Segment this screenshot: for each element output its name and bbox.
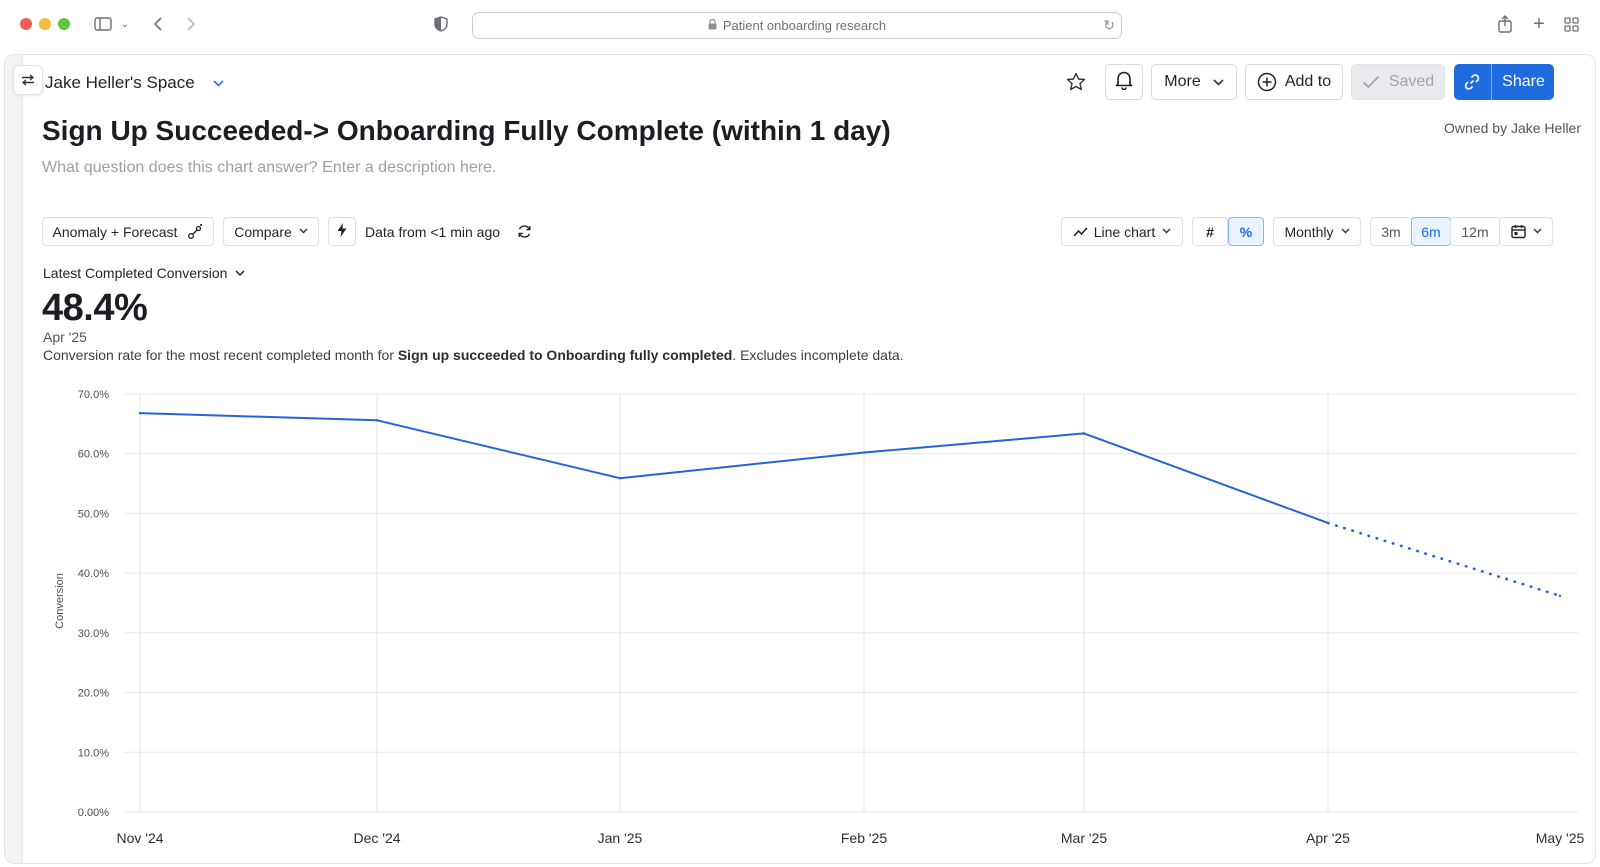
- x-tick-label: Feb '25: [841, 830, 887, 846]
- y-tick-label: 30.0%: [78, 628, 109, 640]
- y-tick-label: 20.0%: [78, 688, 109, 700]
- y-tick-label: 70.0%: [78, 389, 109, 401]
- series-segment: [376, 419, 621, 480]
- series-segment-incomplete: [1326, 521, 1562, 598]
- data-point: [1558, 594, 1562, 598]
- x-tick-label: Apr '25: [1306, 830, 1350, 846]
- x-tick-label: Nov '24: [116, 830, 163, 846]
- series-segment: [139, 412, 378, 422]
- y-tick-label: 10.0%: [78, 747, 109, 759]
- data-point: [1082, 432, 1086, 435]
- y-axis-label: Conversion: [54, 573, 66, 629]
- data-point: [1326, 521, 1330, 525]
- conversion-line-chart[interactable]: 0.00% 10.0% 20.0% 30.0% 40.0% 50.0% 60.0% 70.0%…: [0, 0, 1600, 867]
- data-point: [618, 476, 622, 480]
- series-segment: [619, 451, 865, 480]
- x-tick-label: Jan '25: [598, 830, 643, 846]
- x-tick-label: May '25: [1536, 830, 1585, 846]
- y-tick-label: 50.0%: [78, 508, 109, 520]
- y-tick-label: 40.0%: [78, 568, 109, 580]
- series-segment: [863, 432, 1085, 454]
- x-tick-label: Mar '25: [1061, 830, 1107, 846]
- x-tick-label: Dec '24: [353, 830, 400, 846]
- data-point: [138, 411, 142, 415]
- y-tick-label: 60.0%: [78, 449, 109, 461]
- series-segment: [1083, 432, 1329, 524]
- data-point: [862, 451, 866, 454]
- y-tick-label: 0.00%: [78, 807, 109, 819]
- data-point: [375, 419, 379, 422]
